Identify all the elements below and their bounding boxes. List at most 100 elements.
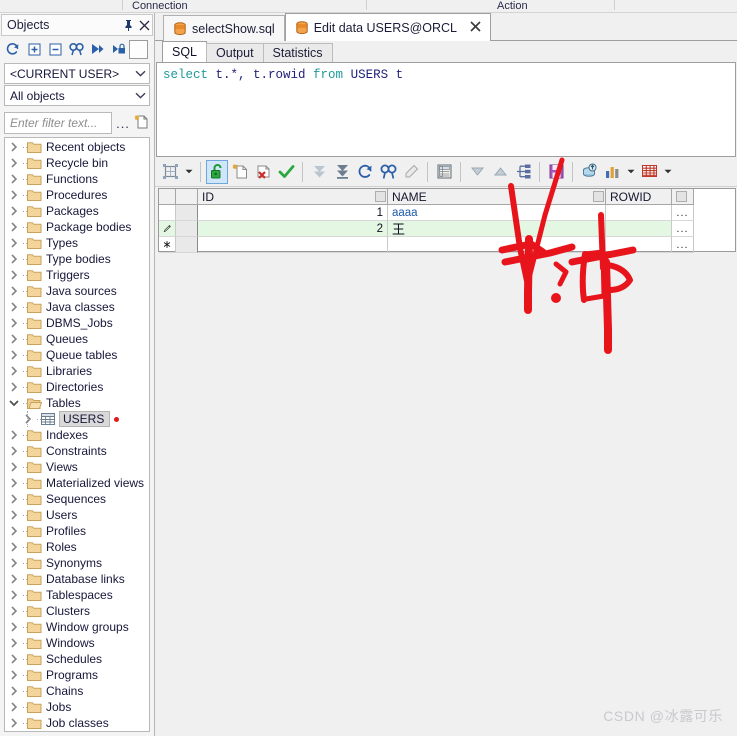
cell-name[interactable]: 王	[388, 221, 606, 237]
tree-node-java-classes[interactable]: ·· Java classes	[6, 299, 148, 315]
filter-input[interactable]: Enter filter text...	[4, 112, 112, 134]
chevron-right-icon[interactable]	[6, 430, 22, 440]
single-record-view-icon[interactable]	[433, 160, 455, 184]
tree-node-tables[interactable]: ·· Tables	[6, 395, 148, 411]
chevron-right-icon[interactable]	[6, 238, 22, 248]
table-row[interactable]: 1 aaaa...	[159, 205, 735, 221]
export-query-icon[interactable]	[578, 160, 600, 184]
chevron-right-icon[interactable]	[6, 478, 22, 488]
chevron-right-icon[interactable]	[6, 142, 22, 152]
close-icon[interactable]	[136, 16, 152, 34]
tree-node-tablespaces[interactable]: ·· Tablespaces	[6, 587, 148, 603]
tree-node-users[interactable]: ·· USERS	[6, 411, 148, 427]
chevron-right-icon[interactable]	[6, 158, 22, 168]
cell-rowid[interactable]	[606, 205, 672, 221]
chevron-right-icon[interactable]	[6, 494, 22, 504]
tree-node-functions[interactable]: ·· Functions	[6, 171, 148, 187]
chevron-right-icon[interactable]	[6, 654, 22, 664]
cell-rowid-expand-button[interactable]: ...	[672, 221, 694, 237]
cell-rowid[interactable]	[606, 237, 672, 253]
chevron-right-icon[interactable]	[6, 574, 22, 584]
cell-id[interactable]: 1	[198, 205, 388, 221]
tree-node-dbms-jobs[interactable]: ·· DBMS_Jobs	[6, 315, 148, 331]
chevron-down-icon[interactable]	[182, 160, 195, 184]
tree-node-package-bodies[interactable]: ·· Package bodies	[6, 219, 148, 235]
cell-id[interactable]	[198, 237, 388, 253]
chevron-right-icon[interactable]	[6, 350, 22, 360]
tree-node-job-classes[interactable]: ·· Job classes	[6, 715, 148, 730]
cell-name[interactable]: aaaa	[388, 205, 606, 221]
cell-rowid-expand-button[interactable]: ...	[672, 237, 694, 253]
editor-tab-statistics[interactable]: Statistics	[262, 43, 333, 62]
row-select-cell[interactable]	[176, 205, 198, 221]
grid-options-icon[interactable]	[638, 160, 660, 184]
column-header-rowid[interactable]: ROWID	[606, 189, 672, 205]
data-grid-body[interactable]: 1 aaaa... 2 王......	[159, 205, 735, 253]
tree-node-libraries[interactable]: ·· Libraries	[6, 363, 148, 379]
document-tab-2[interactable]: Edit data USERS@ORCL	[284, 13, 491, 41]
tree-node-materialized-views[interactable]: ·· Materialized views	[6, 475, 148, 491]
table-row[interactable]: 2 王...	[159, 221, 735, 237]
tree-node-roles[interactable]: ·· Roles	[6, 539, 148, 555]
chevron-down-icon[interactable]	[131, 68, 149, 80]
tree-node-database-links[interactable]: ·· Database links	[6, 571, 148, 587]
table-row[interactable]: ...	[159, 237, 735, 253]
objects-tree[interactable]: ·· Recent objects ·· Recycle bin ·· Functions…	[4, 137, 150, 732]
chevron-down-icon[interactable]	[624, 160, 637, 184]
tree-node-triggers[interactable]: ·· Triggers	[6, 267, 148, 283]
tree-node-recycle-bin[interactable]: ·· Recycle bin	[6, 155, 148, 171]
tree-node-type-bodies[interactable]: ·· Type bodies	[6, 251, 148, 267]
expand-all-icon[interactable]	[25, 40, 43, 58]
tree-node-packages[interactable]: ·· Packages	[6, 203, 148, 219]
chevron-down-icon[interactable]	[661, 160, 674, 184]
tree-node-queues[interactable]: ·· Queues	[6, 331, 148, 347]
column-header-id[interactable]: ID	[198, 189, 388, 205]
fetch-next-page-icon[interactable]	[308, 160, 330, 184]
chevron-right-icon[interactable]	[6, 670, 22, 680]
column-header-name[interactable]: NAME	[388, 189, 606, 205]
post-changes-icon[interactable]	[275, 160, 297, 184]
editor-tab-bar[interactable]: SQL Output Statistics	[155, 41, 737, 62]
sort-descending-icon[interactable]	[466, 160, 488, 184]
chevron-right-icon[interactable]	[6, 510, 22, 520]
editor-tab-sql[interactable]: SQL	[162, 41, 208, 62]
tree-node-types[interactable]: ·· Types	[6, 235, 148, 251]
refresh-icon[interactable]	[354, 160, 376, 184]
chevron-right-icon[interactable]	[6, 254, 22, 264]
chevron-right-icon[interactable]	[6, 286, 22, 296]
objects-tree-scroll[interactable]: ·· Recent objects ·· Recycle bin ·· Functions…	[6, 139, 148, 730]
chevron-down-icon[interactable]	[6, 399, 22, 407]
chevron-right-icon[interactable]	[6, 302, 22, 312]
tree-node-windows[interactable]: ·· Windows	[6, 635, 148, 651]
tree-node-jobs[interactable]: ·· Jobs	[6, 699, 148, 715]
document-tab-1[interactable]: selectShow.sql	[163, 15, 285, 41]
chevron-right-icon[interactable]	[6, 590, 22, 600]
tree-node-window-groups[interactable]: ·· Window groups	[6, 619, 148, 635]
chevron-right-icon[interactable]	[6, 382, 22, 392]
chevron-right-icon[interactable]	[6, 526, 22, 536]
tree-node-indexes[interactable]: ·· Indexes	[6, 427, 148, 443]
row-select-cell[interactable]	[176, 237, 198, 253]
column-resize-grip[interactable]	[676, 191, 687, 202]
chevron-right-icon[interactable]	[6, 318, 22, 328]
chevron-right-icon[interactable]	[6, 702, 22, 712]
row-select-header[interactable]	[176, 189, 198, 205]
tree-node-profiles[interactable]: ·· Profiles	[6, 523, 148, 539]
refresh-icon[interactable]	[4, 40, 22, 58]
data-grid[interactable]: ID NAME ROWID 1 aaaa... 2 王......	[158, 188, 736, 253]
chevron-right-icon[interactable]	[6, 190, 22, 200]
tree-node-procedures[interactable]: ·· Procedures	[6, 187, 148, 203]
chevron-down-icon[interactable]	[131, 90, 149, 102]
object-type-select[interactable]: All objects	[4, 85, 150, 106]
document-tab-bar[interactable]: selectShow.sql Edit data USERS@ORCL	[155, 13, 737, 41]
tree-node-clusters[interactable]: ·· Clusters	[6, 603, 148, 619]
cell-rowid-expand-button[interactable]: ...	[672, 205, 694, 221]
tree-node-java-sources[interactable]: ·· Java sources	[6, 283, 148, 299]
tree-node-recent-objects[interactable]: ·· Recent objects	[6, 139, 148, 155]
tree-node-views[interactable]: ·· Views	[6, 459, 148, 475]
find-icon[interactable]	[67, 40, 85, 58]
chevron-right-icon[interactable]	[20, 414, 36, 424]
sql-editor[interactable]: select t.*, t.rowid from USERS t	[156, 62, 736, 157]
cell-id[interactable]: 2	[198, 221, 388, 237]
select-mode-icon[interactable]	[159, 160, 181, 184]
